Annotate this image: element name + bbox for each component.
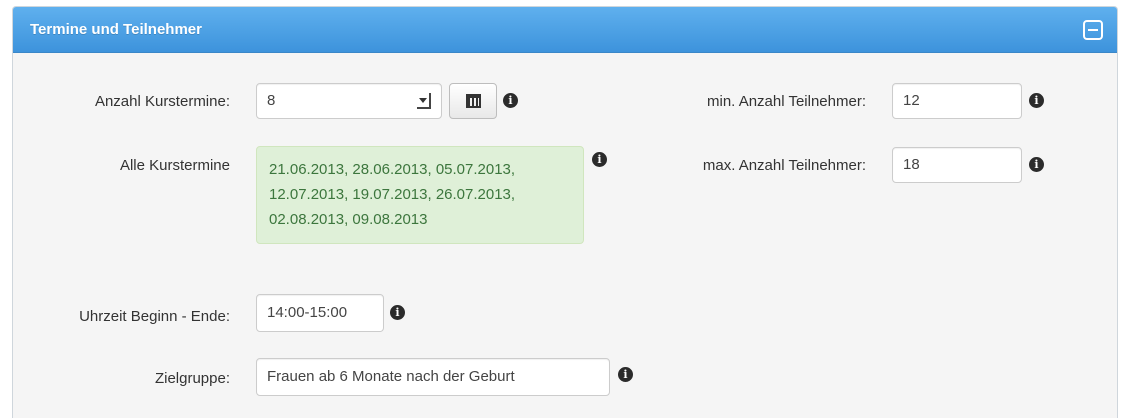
min-teilnehmer-label: min. Anzahl Teilnehmer: — [707, 93, 866, 110]
kurstermine-list: 21.06.2013, 28.06.2013, 05.07.2013, 12.0… — [256, 146, 584, 244]
minus-square-icon[interactable] — [1083, 20, 1103, 40]
calendar-icon — [466, 94, 481, 108]
max-teilnehmer-value: 18 — [903, 156, 920, 173]
max-teilnehmer-input[interactable]: 18 — [892, 147, 1022, 183]
info-icon[interactable]: i — [618, 367, 633, 382]
info-icon[interactable]: i — [1029, 93, 1044, 108]
calendar-button[interactable] — [449, 83, 497, 119]
anzahl-kurstermine-value: 8 — [267, 92, 276, 109]
info-icon[interactable]: i — [503, 93, 518, 108]
panel-title: Termine und Teilnehmer — [30, 21, 202, 38]
max-teilnehmer-label: max. Anzahl Teilnehmer: — [702, 157, 866, 174]
kurstermine-line: 21.06.2013, 28.06.2013, 05.07.2013, — [269, 161, 516, 178]
kurstermine-line: 02.08.2013, 09.08.2013 — [269, 211, 428, 228]
chevron-down-icon — [417, 93, 431, 109]
info-icon[interactable]: i — [1029, 157, 1044, 172]
min-teilnehmer-value: 12 — [903, 92, 920, 109]
anzahl-kurstermine-label: Anzahl Kurstermine: — [94, 93, 230, 110]
zielgruppe-value: Frauen ab 6 Monate nach der Geburt — [267, 368, 515, 385]
info-icon[interactable]: i — [592, 152, 607, 167]
info-icon[interactable]: i — [390, 305, 405, 320]
min-teilnehmer-input[interactable]: 12 — [892, 83, 1022, 119]
panel-header: Termine und Teilnehmer — [13, 7, 1117, 53]
alle-kurstermine-label: Alle Kurstermine — [119, 157, 230, 174]
anzahl-kurstermine-select[interactable]: 8 — [256, 83, 442, 119]
kurstermine-line: 12.07.2013, 19.07.2013, 26.07.2013, — [269, 186, 516, 203]
zielgruppe-label: Zielgruppe: — [154, 370, 230, 387]
zielgruppe-input[interactable]: Frauen ab 6 Monate nach der Geburt — [256, 358, 610, 396]
uhrzeit-label: Uhrzeit Beginn - Ende: — [79, 308, 230, 325]
uhrzeit-input[interactable]: 14:00-15:00 — [256, 294, 384, 332]
uhrzeit-value: 14:00-15:00 — [267, 304, 348, 321]
